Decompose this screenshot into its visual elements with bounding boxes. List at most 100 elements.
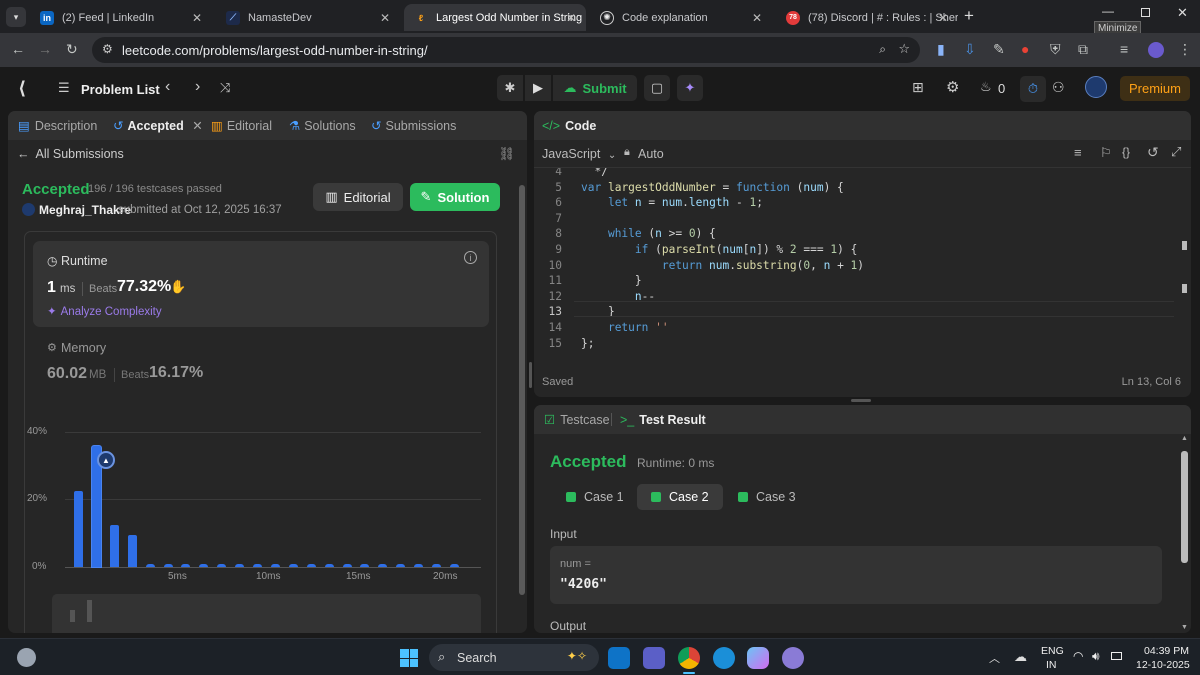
browser-tab-chatgpt[interactable]: ✺ Code explanation ✕ [590, 4, 772, 31]
weather-icon[interactable] [17, 648, 36, 667]
close-tab-icon[interactable]: ✕ [380, 11, 390, 25]
chart-bar[interactable] [163, 564, 173, 567]
settings-gear-icon[interactable]: ⚙ [946, 78, 959, 96]
close-tab-icon[interactable]: ✕ [192, 119, 202, 133]
code-line[interactable]: 7 [534, 211, 1174, 227]
chart-bar[interactable] [217, 564, 227, 567]
volume-icon[interactable]: 🔊︎ [1092, 649, 1100, 664]
chart-bar[interactable] [396, 564, 406, 567]
code-line[interactable]: 8 while (n >= 0) { [534, 226, 1174, 242]
media-icon[interactable]: ≡ [1120, 41, 1128, 57]
timer-button[interactable]: ⏱ [1020, 76, 1046, 102]
browser-tab-linkedin[interactable]: in (2) Feed | LinkedIn ✕ [30, 4, 212, 31]
browser-tab-discord[interactable]: 78 (78) Discord | # : Rules : | Sher ✕ [776, 4, 958, 31]
chart-bar[interactable] [235, 564, 245, 567]
next-problem-icon[interactable]: › [195, 78, 200, 96]
code-line[interactable]: 14 return '' [534, 320, 1174, 336]
tab-testcase[interactable]: ☑ Testcase [544, 412, 610, 427]
new-tab-button[interactable]: + [964, 6, 974, 26]
bookmark-icon[interactable]: ⚐ [1100, 145, 1112, 161]
clock-time[interactable]: 04:39 PM [1144, 645, 1189, 657]
code-line[interactable]: 4 */ [534, 168, 1174, 180]
chart-bar[interactable] [324, 564, 334, 567]
chrome-icon[interactable] [678, 647, 700, 669]
ai-assist-button[interactable]: ✦ [677, 75, 703, 101]
language-indicator[interactable]: ENG [1041, 645, 1064, 657]
horizontal-splitter[interactable] [851, 399, 871, 402]
editor-scrollbar[interactable] [1182, 241, 1187, 293]
edge-icon[interactable] [713, 647, 735, 669]
left-scrollbar[interactable] [519, 179, 525, 619]
browser-tab-leetcode[interactable]: ℓ Largest Odd Number in String ✕ [404, 4, 586, 31]
teams-icon[interactable] [643, 647, 665, 669]
battery-icon[interactable] [1111, 652, 1122, 660]
close-tab-icon[interactable]: ✕ [752, 11, 762, 25]
analyze-complexity-link[interactable]: ✦ Analyze Complexity [47, 304, 162, 318]
vscode-icon[interactable] [608, 647, 630, 669]
editorial-button[interactable]: ▥ Editorial [313, 183, 403, 211]
reload-icon[interactable]: ↻ [66, 41, 78, 58]
code-line[interactable]: 10 return num.substring(0, n + 1) [534, 258, 1174, 274]
site-info-icon[interactable]: ⚙ [102, 42, 113, 56]
onedrive-icon[interactable]: ☁ [1014, 649, 1027, 665]
streak-fire-icon[interactable]: ♨ [980, 79, 992, 95]
windows-start-icon[interactable] [400, 649, 418, 667]
chart-bar[interactable] [199, 564, 209, 567]
code-line[interactable]: 5 var largestOddNumber = function (num) { [534, 180, 1174, 196]
minimize-window-button[interactable]: — [1102, 4, 1114, 18]
close-tab-icon[interactable]: ✕ [938, 11, 948, 25]
tab-search-button[interactable]: ▾ [6, 7, 26, 27]
notes-button[interactable]: ▢ [644, 75, 670, 101]
reset-icon[interactable]: ↺ [1147, 144, 1159, 161]
back-icon[interactable]: ← [11, 41, 25, 57]
scroll-thumb[interactable] [519, 185, 525, 595]
puzzle-icon[interactable]: ⧉ [1078, 41, 1088, 58]
chart-bar[interactable] [109, 524, 119, 567]
address-bar[interactable]: ⚙ leetcode.com/problems/largest-odd-numb… [92, 37, 920, 63]
browser-tab-namastedev[interactable]: ⟋ NamasteDev ✕ [216, 4, 400, 31]
profile-avatar[interactable] [1148, 42, 1164, 58]
chart-bar[interactable] [253, 564, 262, 567]
user-avatar[interactable] [1085, 76, 1107, 98]
chart-bar[interactable] [145, 564, 155, 567]
prev-problem-icon[interactable]: ‹ [165, 78, 170, 96]
chart-bar[interactable] [432, 564, 441, 567]
chart-bar[interactable] [270, 564, 280, 567]
chart-bar[interactable] [342, 564, 352, 567]
chart-bar[interactable] [449, 564, 459, 567]
result-scrollbar[interactable]: ▲ ▼ [1181, 435, 1188, 631]
scroll-thumb[interactable] [1181, 451, 1188, 563]
code-line[interactable]: 11 } [534, 273, 1174, 289]
runtime-distribution-chart[interactable]: 40% 20% 0% ▲ 5ms 10ms 15ms 20ms [25, 417, 495, 592]
taskbar-search[interactable]: ⌕ Search ✦✧ [429, 644, 599, 671]
extension-red-icon[interactable]: ● [1021, 41, 1029, 57]
chart-bar[interactable] [181, 564, 191, 567]
close-tab-icon[interactable]: ✕ [192, 11, 202, 25]
language-select[interactable]: JavaScript ⌄ [542, 147, 616, 161]
shield-icon[interactable]: ⛨ [1050, 41, 1061, 58]
premium-button[interactable]: Premium [1120, 76, 1190, 101]
submit-button[interactable]: ☁ Submit [553, 75, 637, 101]
menu-icon[interactable]: ⋮ [1178, 41, 1192, 58]
panel-splitter[interactable] [529, 362, 532, 388]
chart-bar[interactable] [414, 564, 424, 567]
runtime-card[interactable]: ◷ Runtime i 1 ms Beats 77.32% ✋ ✦ Analyze… [33, 241, 489, 327]
code-line[interactable]: 15}; [534, 336, 1174, 352]
current-marker[interactable]: ▲ [97, 451, 115, 469]
chart-bar[interactable] [378, 564, 388, 567]
bookmark-star-icon[interactable]: ☆ [898, 41, 910, 57]
close-tab-icon[interactable]: ✕ [566, 11, 576, 25]
chart-bar[interactable] [127, 534, 137, 567]
mode-label[interactable]: Auto [638, 147, 664, 161]
problem-list-link[interactable]: Problem List [81, 82, 160, 97]
restore-window-button[interactable] [1141, 8, 1150, 17]
extension-icon[interactable]: ▮ [937, 41, 945, 58]
eyedropper-icon[interactable]: ✎ [993, 41, 1005, 58]
layout-icon[interactable]: ⊞ [912, 79, 924, 96]
close-window-button[interactable]: ✕ [1177, 5, 1188, 21]
expand-icon[interactable]: ⤢ [1171, 144, 1181, 160]
shuffle-icon[interactable]: ⤨ [220, 80, 230, 96]
all-submissions-link[interactable]: ← All Submissions [17, 147, 124, 161]
copy-link-icon[interactable]: ⛓ [498, 146, 515, 162]
tab-description[interactable]: ▤ Description [18, 118, 97, 133]
